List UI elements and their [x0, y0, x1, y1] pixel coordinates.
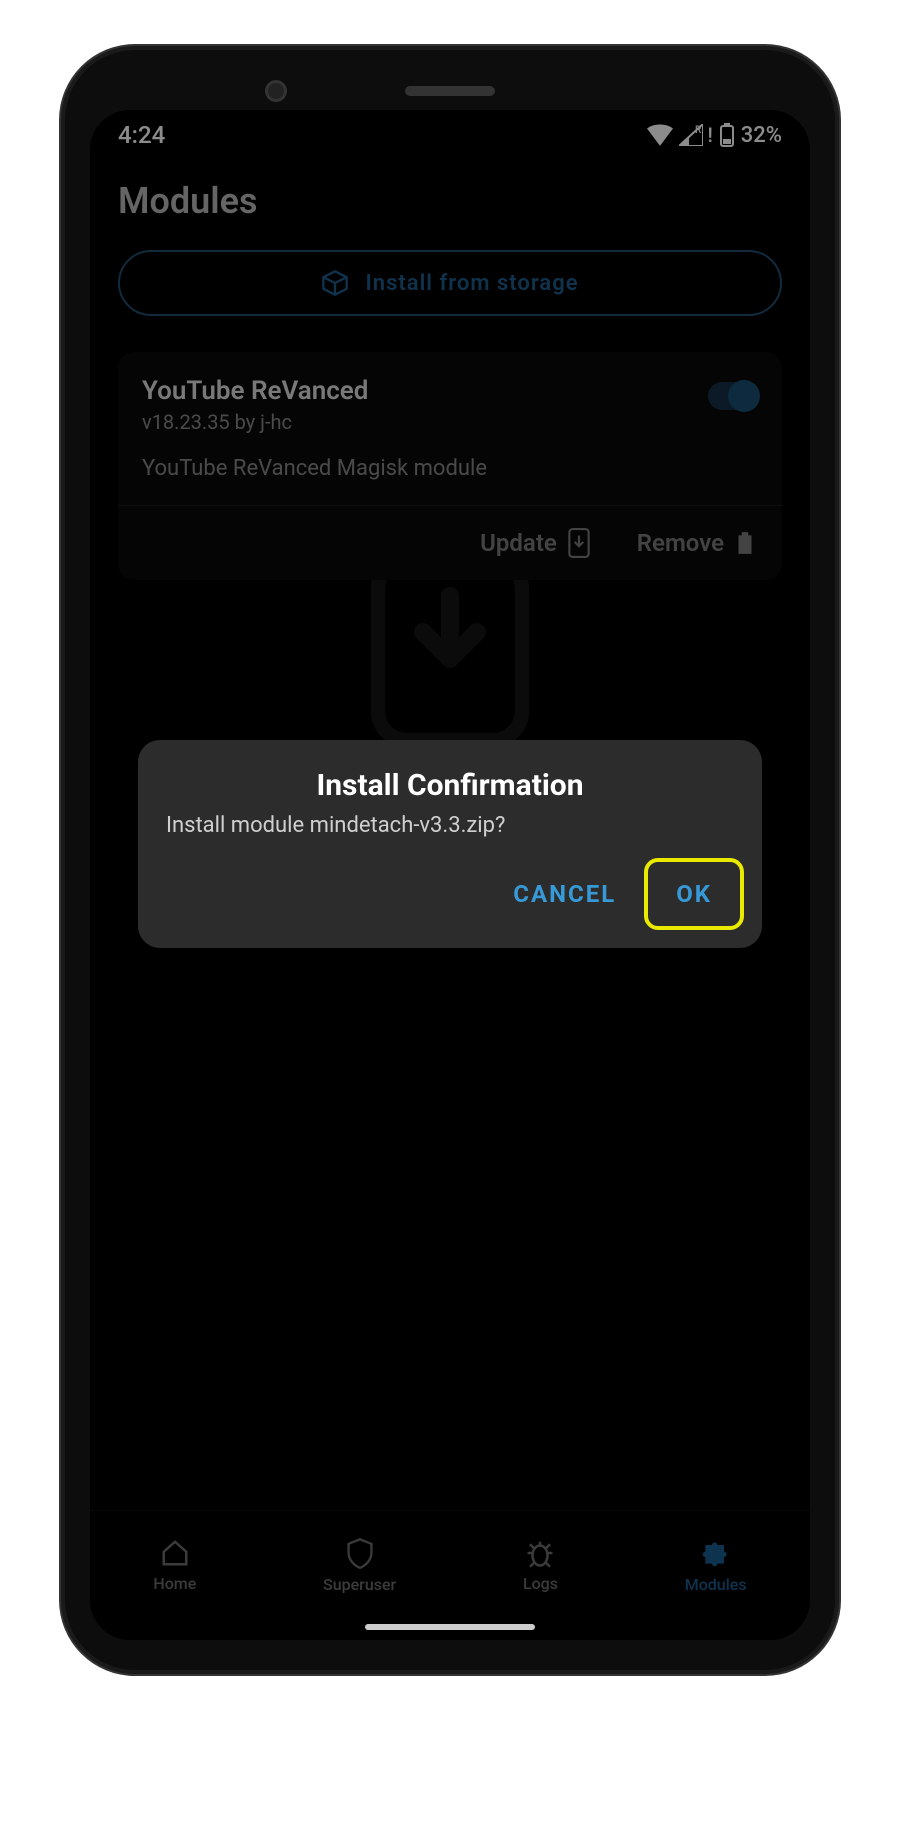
module-main: YouTube ReVanced v18.23.35 by j-hc YouTu… — [118, 352, 782, 505]
wifi-icon — [647, 124, 673, 146]
screen: 4:24 R ! 32% Modules Install from storag… — [90, 110, 810, 1640]
module-card[interactable]: YouTube ReVanced v18.23.35 by j-hc YouTu… — [118, 352, 782, 580]
module-title: YouTube ReVanced — [142, 376, 758, 406]
nav-superuser-label: Superuser — [323, 1575, 396, 1594]
front-camera — [265, 80, 287, 102]
nav-modules-label: Modules — [685, 1575, 747, 1594]
page-title: Modules — [118, 180, 782, 222]
nav-superuser[interactable]: Superuser — [323, 1537, 396, 1594]
module-actions: Update Remove — [118, 505, 782, 580]
signal-alert-icon: ! — [707, 123, 712, 147]
module-update-button[interactable]: Update — [480, 528, 591, 558]
module-subtitle: v18.23.35 by j-hc — [142, 410, 758, 434]
cancel-button[interactable]: CANCEL — [485, 858, 644, 930]
signal-icon: R — [679, 124, 703, 146]
download-icon — [567, 528, 591, 558]
nav-home-label: Home — [153, 1574, 196, 1593]
bottom-nav: Home Superuser Logs Modules — [90, 1510, 810, 1640]
status-right: R ! 32% — [647, 123, 782, 148]
gesture-bar[interactable] — [365, 1624, 535, 1630]
install-confirmation-dialog: Install Confirmation Install module mind… — [138, 740, 762, 948]
nav-home[interactable]: Home — [153, 1538, 196, 1593]
status-time: 4:24 — [118, 121, 165, 149]
bug-icon — [525, 1538, 555, 1568]
nav-logs-label: Logs — [523, 1574, 558, 1593]
shield-icon — [346, 1537, 374, 1569]
module-remove-button[interactable]: Remove — [637, 528, 756, 558]
package-icon — [321, 269, 349, 297]
remove-label: Remove — [637, 529, 724, 557]
device-frame: 4:24 R ! 32% Modules Install from storag… — [65, 50, 835, 1670]
dialog-title: Install Confirmation — [138, 768, 762, 803]
home-icon — [160, 1538, 190, 1568]
battery-icon — [719, 123, 735, 147]
status-bar: 4:24 R ! 32% — [90, 110, 810, 160]
nav-modules[interactable]: Modules — [685, 1537, 747, 1594]
dialog-actions: CANCEL OK — [138, 852, 762, 940]
status-battery: 32% — [741, 123, 782, 148]
install-button-label: Install from storage — [365, 271, 578, 296]
nav-logs[interactable]: Logs — [523, 1538, 558, 1593]
puzzle-icon — [700, 1537, 732, 1569]
trash-icon — [734, 530, 756, 556]
install-from-storage-button[interactable]: Install from storage — [118, 250, 782, 316]
module-description: YouTube ReVanced Magisk module — [142, 456, 758, 481]
dialog-message: Install module mindetach-v3.3.zip? — [138, 813, 762, 852]
module-toggle[interactable] — [708, 382, 758, 410]
speaker-grill — [405, 86, 495, 96]
update-label: Update — [480, 529, 557, 557]
ok-button[interactable]: OK — [644, 858, 744, 930]
svg-text:R: R — [695, 125, 702, 136]
page-header: Modules — [90, 160, 810, 250]
